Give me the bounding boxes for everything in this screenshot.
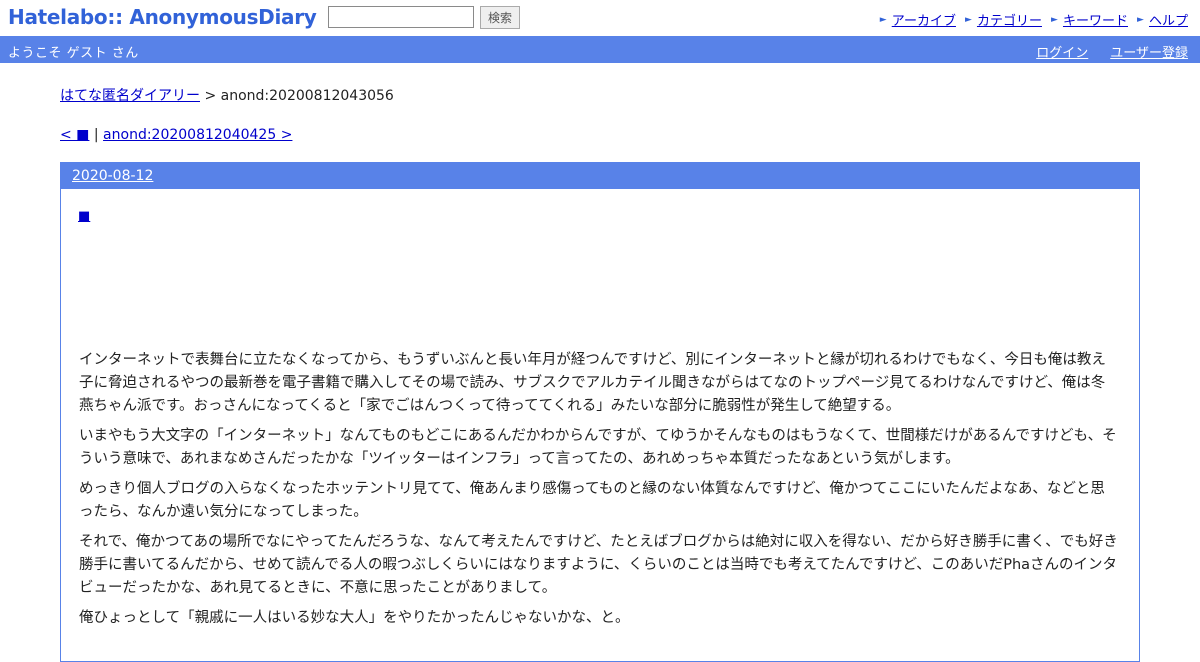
entry-paragraph: いまやもう大文字の「インターネット」なんてものもどこにあるんだかわからんですが、… bbox=[79, 428, 1117, 467]
user-bar: ようこそ ゲスト さん ログイン ユーザー登録 bbox=[0, 36, 1200, 63]
search-button[interactable]: 検索 bbox=[480, 6, 520, 29]
nav-item-help[interactable]: ► ヘルプ bbox=[1137, 10, 1188, 29]
top-nav: ► アーカイブ ► カテゴリー ► キーワード ► ヘルプ bbox=[880, 10, 1188, 29]
breadcrumb-current: anond:20200812043056 bbox=[220, 88, 394, 104]
user-links: ログイン ユーザー登録 bbox=[1036, 42, 1188, 61]
top-header: Hatelabo:: AnonymousDiary 検索 ► アーカイブ ► カ… bbox=[0, 0, 1200, 36]
nav-item-keyword[interactable]: ► キーワード bbox=[1051, 10, 1128, 29]
nav-link-help[interactable]: ヘルプ bbox=[1149, 10, 1188, 29]
search-input[interactable] bbox=[328, 6, 474, 28]
login-link[interactable]: ログイン bbox=[1036, 42, 1088, 61]
entry-paragraph: それで、俺かつてあの場所でなにやってたんだろうな、なんて考えたんですけど、たとえ… bbox=[79, 534, 1118, 596]
entry-paragraph: めっきり個人ブログの入らなくなったホッテントリ見てて、俺あんまり感傷ってものと縁… bbox=[79, 481, 1105, 520]
arrow-right-icon: ► bbox=[964, 14, 972, 25]
breadcrumb-separator: > bbox=[204, 88, 217, 104]
nav-item-archive[interactable]: ► アーカイブ bbox=[880, 10, 956, 29]
nav-link-keyword[interactable]: キーワード bbox=[1063, 10, 1128, 29]
nav-item-category[interactable]: ► カテゴリー bbox=[965, 10, 1042, 29]
entry-paragraph: 俺ひょっとして「親戚に一人はいる妙な大人」をやりたかったんじゃないかな、と。 bbox=[79, 610, 630, 626]
prev-entry-link[interactable]: < ■ bbox=[60, 127, 89, 143]
entry-pager: < ■ | anond:20200812040425 > bbox=[60, 127, 292, 143]
nav-link-archive[interactable]: アーカイブ bbox=[892, 10, 956, 29]
arrow-right-icon: ► bbox=[1136, 14, 1144, 25]
entry-body: インターネットで表舞台に立たなくなってから、もうずいぶんと長い年月が経つんですけ… bbox=[79, 349, 1119, 637]
welcome-text: ようこそ ゲスト さん bbox=[8, 46, 139, 61]
arrow-right-icon: ► bbox=[1050, 14, 1058, 25]
register-link[interactable]: ユーザー登録 bbox=[1110, 42, 1188, 61]
day-date-link[interactable]: 2020-08-12 bbox=[72, 168, 153, 184]
day-header: 2020-08-12 bbox=[61, 163, 1139, 189]
diary-day: 2020-08-12 ■ インターネットで表舞台に立たなくなってから、もうずいぶ… bbox=[60, 162, 1140, 662]
arrow-right-icon: ► bbox=[879, 14, 887, 25]
entry-paragraph: インターネットで表舞台に立たなくなってから、もうずいぶんと長い年月が経つんですけ… bbox=[79, 352, 1106, 414]
site-logo[interactable]: Hatelabo:: AnonymousDiary bbox=[8, 5, 317, 29]
breadcrumb: はてな匿名ダイアリー > anond:20200812043056 bbox=[60, 85, 394, 105]
pager-divider: | bbox=[93, 127, 99, 143]
breadcrumb-home-link[interactable]: はてな匿名ダイアリー bbox=[60, 88, 200, 104]
entry-permalink[interactable]: ■ bbox=[78, 209, 90, 224]
next-entry-link[interactable]: anond:20200812040425 > bbox=[103, 127, 292, 143]
nav-link-category[interactable]: カテゴリー bbox=[977, 10, 1042, 29]
